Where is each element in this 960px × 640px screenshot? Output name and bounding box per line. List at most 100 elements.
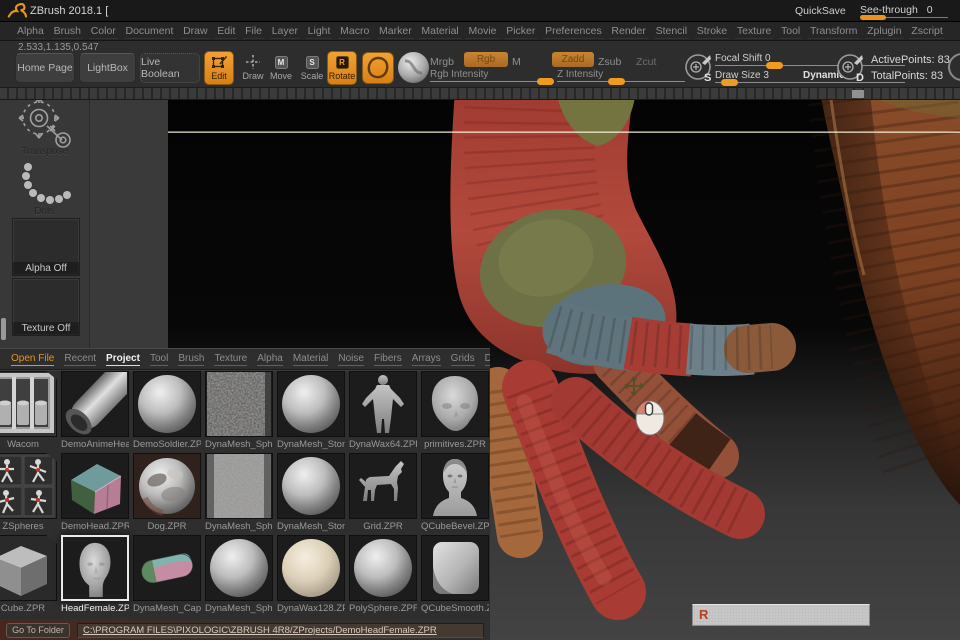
item-primitives[interactable]: primitives.ZPR: [421, 371, 489, 450]
r-text-field[interactable]: R: [692, 604, 870, 626]
mrgb-button[interactable]: Mrgb: [430, 56, 454, 68]
menu-picker[interactable]: Picker: [504, 24, 538, 39]
item-dynamesh-sphere-2[interactable]: DynaMesh_Spher: [205, 453, 273, 532]
points-readout: ActivePoints: 83 TotalPoints: 83: [871, 52, 950, 84]
alpha-picker-button[interactable]: D: [836, 53, 866, 84]
item-dynawax64[interactable]: DynaWax64.ZPR: [349, 371, 417, 450]
item-dynamesh-sphere-1[interactable]: DynaMesh_Spher: [205, 371, 273, 450]
item-grid[interactable]: Grid.ZPR: [349, 453, 417, 532]
menu-preferences[interactable]: Preferences: [543, 24, 604, 39]
menu-zscript[interactable]: Zscript: [909, 24, 945, 39]
menu-texture[interactable]: Texture: [734, 24, 774, 39]
home-page-button[interactable]: Home Page: [15, 53, 75, 83]
item-dynamesh-stone-2[interactable]: DynaMesh_Stone: [277, 453, 345, 532]
item-polysphere[interactable]: PolySphere.ZPR: [349, 535, 417, 614]
m-button[interactable]: M: [512, 56, 521, 68]
go-to-folder-button[interactable]: Go To Folder: [6, 622, 70, 638]
z-intensity-handle[interactable]: [608, 78, 626, 85]
tab-alpha[interactable]: Alpha: [257, 353, 283, 366]
rgb-button[interactable]: Rgb: [464, 52, 508, 67]
tab-open-file[interactable]: Open File: [11, 353, 55, 366]
current-path-field[interactable]: C:\PROGRAM FILES\PIXOLOGIC\ZBRUSH 4R8/ZP…: [77, 622, 484, 638]
quicksave-button[interactable]: QuickSave: [795, 0, 846, 22]
dots-stroke-button[interactable]: [16, 160, 74, 211]
draw-size-handle[interactable]: [720, 79, 738, 86]
rgb-intensity-handle[interactable]: [537, 78, 555, 85]
tab-recent[interactable]: Recent: [64, 353, 97, 366]
item-dynamesh-capsule[interactable]: DynaMesh_Capsu: [133, 535, 201, 614]
menu-layer[interactable]: Layer: [269, 24, 300, 39]
tab-fibers[interactable]: Fibers: [373, 353, 402, 366]
menu-brush[interactable]: Brush: [51, 24, 83, 39]
item-dynamesh-stone-1[interactable]: DynaMesh_Stone: [277, 371, 345, 450]
menu-macro[interactable]: Macro: [338, 24, 372, 39]
item-demo-soldier[interactable]: DemoSoldier.ZPR: [133, 371, 201, 450]
menu-stencil[interactable]: Stencil: [653, 24, 690, 39]
live-boolean-button[interactable]: Live Boolean: [140, 53, 200, 83]
folder-wacom[interactable]: Wacom: [0, 371, 57, 450]
zsub-button[interactable]: Zsub: [598, 56, 621, 68]
dots-stroke-icon: [22, 163, 71, 204]
transpose-button[interactable]: [14, 96, 76, 153]
menu-movie[interactable]: Movie: [466, 24, 499, 39]
tab-tool[interactable]: Tool: [149, 353, 169, 366]
item-qcube-smooth[interactable]: QCubeSmooth.ZPR: [421, 535, 489, 614]
menu-document[interactable]: Document: [123, 24, 176, 39]
item-head-female-selected[interactable]: HeadFemale.ZPR: [61, 535, 129, 614]
item-dynamesh-sphere-3[interactable]: DynaMesh_Spher: [205, 535, 273, 614]
alpha-selector[interactable]: Alpha Off: [12, 218, 80, 276]
scroll-strip-handle[interactable]: [852, 90, 864, 98]
menu-file[interactable]: File: [243, 24, 264, 39]
draw-mode-button[interactable]: Draw: [238, 51, 268, 85]
texture-selector[interactable]: Texture Off: [12, 278, 80, 336]
item-dog[interactable]: Dog.ZPR: [133, 453, 201, 532]
see-through-handle[interactable]: [860, 15, 886, 20]
menu-color[interactable]: Color: [88, 24, 118, 39]
sidebar-scrollbar[interactable]: [1, 318, 6, 340]
menu-draw[interactable]: Draw: [181, 24, 210, 39]
tab-document[interactable]: Document: [484, 353, 490, 366]
rotate-mode-button[interactable]: R Rotate: [327, 51, 357, 85]
rgb-intensity-slider[interactable]: Rgb Intensity: [430, 69, 555, 85]
active-points: ActivePoints: 83: [871, 54, 950, 66]
zadd-button[interactable]: Zadd: [552, 52, 594, 67]
item-demo-anime-head[interactable]: DemoAnimeHead: [61, 371, 129, 450]
draw-label: Draw: [242, 71, 264, 81]
tab-arrays[interactable]: Arrays: [411, 353, 441, 366]
z-intensity-slider[interactable]: Z Intensity: [557, 69, 685, 85]
menu-render[interactable]: Render: [609, 24, 648, 39]
tab-texture[interactable]: Texture: [214, 353, 248, 366]
menu-light[interactable]: Light: [305, 24, 333, 39]
tab-brush[interactable]: Brush: [178, 353, 205, 366]
item-dynawax128[interactable]: DynaWax128.ZPR: [277, 535, 345, 614]
see-through-slider[interactable]: See-through 0: [860, 0, 948, 22]
menu-material[interactable]: Material: [419, 24, 461, 39]
item-demo-head[interactable]: DemoHead.ZPR: [61, 453, 129, 532]
menu-marker[interactable]: Marker: [377, 24, 414, 39]
menu-transform[interactable]: Transform: [807, 24, 860, 39]
stroke-type-button[interactable]: [362, 52, 394, 84]
lightbox-button[interactable]: LightBox: [79, 53, 136, 83]
tab-noise[interactable]: Noise: [338, 353, 364, 366]
menu-tool[interactable]: Tool: [779, 24, 803, 39]
item-qcube-bevel[interactable]: QCubeBevel.ZPR: [421, 453, 489, 532]
forearm-shape: [807, 100, 960, 505]
focal-shift-handle[interactable]: [766, 62, 784, 69]
menu-stroke[interactable]: Stroke: [694, 24, 730, 39]
tab-project[interactable]: Project: [106, 353, 140, 366]
scale-mode-button[interactable]: S Scale: [297, 51, 327, 85]
document-scroll-strip[interactable]: [0, 88, 960, 100]
zcut-button[interactable]: Zcut: [636, 56, 656, 68]
stroke-picker-button[interactable]: S: [684, 53, 714, 84]
tab-grids[interactable]: Grids: [450, 353, 475, 366]
menu-edit[interactable]: Edit: [215, 24, 238, 39]
tab-material[interactable]: Material: [292, 353, 329, 366]
lightbox-footer: Go To Folder C:\PROGRAM FILES\PIXOLOGIC\…: [0, 619, 490, 640]
menu-zplugin[interactable]: Zplugin: [865, 24, 904, 39]
item-cube[interactable]: Cube.ZPR: [0, 535, 57, 614]
folder-zspheres[interactable]: ZSpheres: [0, 453, 57, 532]
material-sphere-button[interactable]: [398, 52, 429, 83]
edit-mode-button[interactable]: Edit: [204, 51, 234, 85]
menu-alpha[interactable]: Alpha: [15, 24, 46, 39]
move-mode-button[interactable]: M Move: [266, 51, 296, 85]
